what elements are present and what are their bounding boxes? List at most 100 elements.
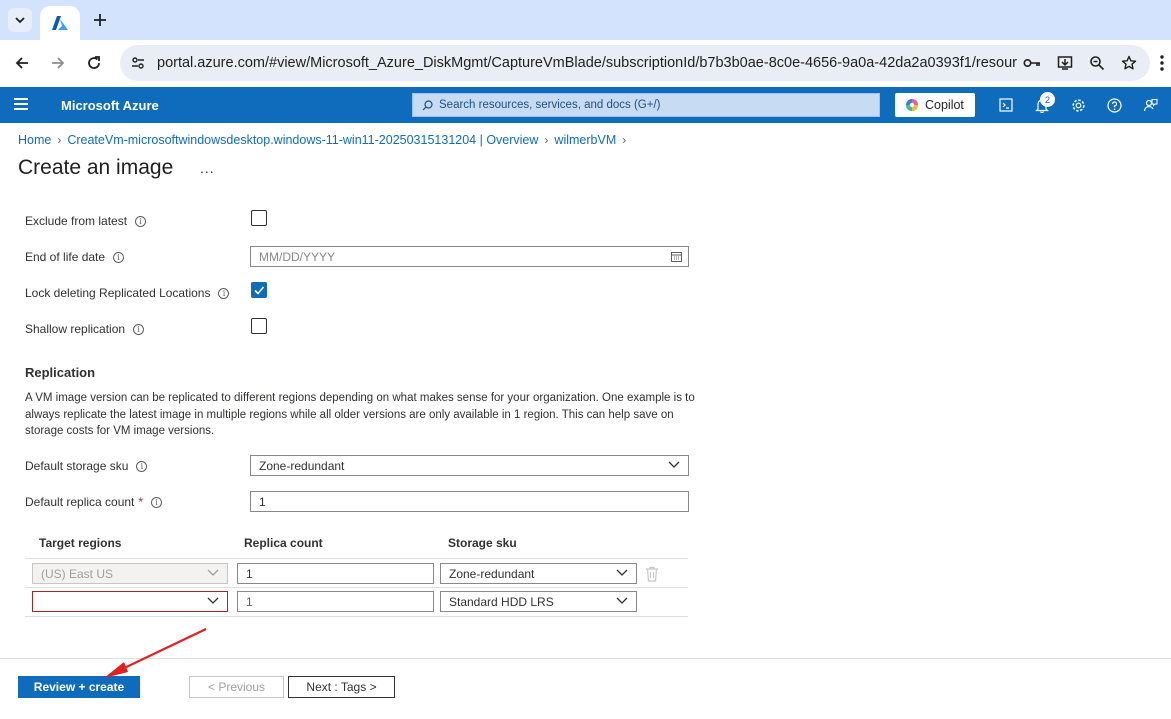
input-value: 1 [259, 494, 266, 509]
reload-icon [88, 56, 100, 69]
shallow-replication-checkbox[interactable] [251, 318, 267, 334]
shallow-replication-label: Shallow replication i [25, 322, 145, 336]
select-value: Zone-redundant [259, 458, 345, 473]
date-placeholder: MM/DD/YYYY [259, 249, 336, 264]
notification-count-badge: 2 [1040, 92, 1055, 107]
label-text: Default replica count [25, 495, 135, 509]
more-actions-button[interactable]: ... [200, 160, 215, 176]
previous-button[interactable]: < Previous [189, 676, 284, 698]
breadcrumb-chevron-icon: › [544, 133, 549, 147]
url-text[interactable]: portal.azure.com/#view/Microsoft_Azure_D… [157, 55, 1017, 71]
copilot-button[interactable]: Copilot [895, 93, 975, 117]
search-icon [422, 100, 433, 111]
reload-button[interactable] [82, 51, 106, 75]
input-value: 1 [246, 594, 253, 609]
select-value: Zone-redundant [449, 566, 535, 581]
page-title: Create an image [18, 156, 174, 179]
label-text: End of life date [25, 250, 106, 264]
label-text: Exclude from latest [25, 214, 128, 228]
target-region-select-row-2[interactable] [32, 591, 228, 612]
replication-section-title: Replication [25, 365, 96, 380]
tab-search-button[interactable] [8, 8, 32, 32]
next-tags-button[interactable]: Next : Tags > [288, 676, 395, 698]
label-text: Shallow replication [25, 322, 126, 336]
select-value: (US) East US [41, 566, 114, 581]
feedback-icon[interactable] [1141, 96, 1159, 114]
end-of-life-date-input[interactable]: MM/DD/YYYY [250, 246, 689, 267]
forward-button[interactable] [46, 51, 70, 75]
azure-logo-icon [52, 16, 68, 30]
zoom-icon[interactable] [1087, 53, 1107, 73]
storage-sku-select-row-2[interactable]: Standard HDD LRS [440, 591, 637, 612]
back-button[interactable] [10, 51, 34, 75]
delete-trash-icon [646, 566, 658, 582]
replica-count-input-row-2[interactable]: 1 [237, 591, 434, 612]
chevron-down-icon [207, 597, 219, 604]
label-text: Default storage sku [25, 459, 129, 473]
breadcrumb-vm-overview[interactable]: CreateVm-microsoftwindowsdesktop.windows… [67, 133, 538, 147]
azure-top-bar: Microsoft Azure Search resources, servic… [0, 87, 1171, 123]
exclude-from-latest-checkbox[interactable] [251, 210, 267, 226]
calendar-icon[interactable] [671, 251, 682, 262]
default-replica-count-input[interactable]: 1 [250, 491, 689, 512]
plus-icon [94, 14, 106, 26]
storage-sku-select-row-1[interactable]: Zone-redundant [440, 563, 637, 584]
chevron-down-icon [616, 569, 628, 576]
bookmark-star-icon[interactable] [1119, 53, 1139, 73]
cloud-shell-icon[interactable] [997, 96, 1015, 114]
browser-toolbar: portal.azure.com/#view/Microsoft_Azure_D… [0, 40, 1171, 86]
search-placeholder: Search resources, services, and docs (G+… [439, 99, 661, 111]
chevron-down-icon [668, 461, 680, 468]
replication-description: A VM image version can be replicated to … [25, 392, 695, 437]
table-divider [25, 558, 688, 559]
global-search-input[interactable]: Search resources, services, and docs (G+… [412, 93, 880, 117]
default-storage-sku-label: Default storage sku i [25, 459, 148, 473]
portal-menu-icon[interactable] [14, 98, 28, 110]
column-header-storage-sku: Storage sku [448, 536, 517, 550]
lock-deleting-label: Lock deleting Replicated Locations i [25, 286, 230, 300]
default-storage-sku-select[interactable]: Zone-redundant [250, 455, 689, 476]
address-bar[interactable]: portal.azure.com/#view/Microsoft_Azure_D… [120, 45, 1150, 81]
browser-tab-azure[interactable] [40, 6, 80, 40]
target-region-select-row-1: (US) East US [32, 563, 228, 584]
help-question-icon[interactable] [1105, 96, 1123, 114]
exclude-from-latest-label: Exclude from latest i [25, 214, 147, 228]
input-value: 1 [246, 566, 253, 581]
chevron-down-icon [15, 17, 25, 24]
breadcrumb-chevron-icon: › [57, 133, 62, 147]
new-tab-button[interactable] [88, 8, 112, 32]
browser-tab-bar [0, 0, 1171, 40]
browser-menu-icon[interactable] [1158, 52, 1166, 74]
select-value: Standard HDD LRS [449, 594, 554, 609]
column-header-target-regions: Target regions [39, 536, 122, 550]
breadcrumb-home[interactable]: Home [18, 133, 51, 147]
breadcrumb-vm[interactable]: wilmerbVM [554, 133, 616, 147]
table-divider [25, 587, 688, 588]
checkmark-icon [254, 286, 265, 295]
info-icon[interactable]: i [113, 251, 125, 263]
chevron-down-icon [616, 597, 628, 604]
info-icon[interactable]: i [151, 496, 163, 508]
arrow-left-icon [15, 57, 28, 69]
footer-divider [0, 658, 1171, 659]
info-icon[interactable]: i [135, 215, 147, 227]
site-settings-icon[interactable] [128, 53, 148, 73]
settings-gear-icon[interactable] [1069, 96, 1087, 114]
brand-title[interactable]: Microsoft Azure [61, 98, 159, 113]
end-of-life-date-label: End of life date i [25, 250, 125, 264]
info-icon[interactable]: i [136, 460, 148, 472]
review-create-button[interactable]: Review + create [18, 676, 140, 698]
copilot-label: Copilot [925, 98, 964, 112]
replica-count-input-row-1[interactable]: 1 [237, 563, 434, 584]
info-icon[interactable]: i [133, 323, 145, 335]
column-header-replica-count: Replica count [244, 536, 323, 550]
install-app-icon[interactable] [1055, 53, 1075, 73]
default-replica-count-label: Default replica count * i [25, 495, 163, 509]
breadcrumb: Home › CreateVm-microsoftwindowsdesktop.… [18, 133, 626, 147]
breadcrumb-chevron-icon: › [622, 133, 627, 147]
arrow-right-icon [52, 57, 65, 69]
table-divider [25, 616, 688, 617]
lock-deleting-checkbox[interactable] [251, 282, 267, 298]
password-key-icon[interactable] [1022, 53, 1042, 73]
info-icon[interactable]: i [218, 287, 230, 299]
